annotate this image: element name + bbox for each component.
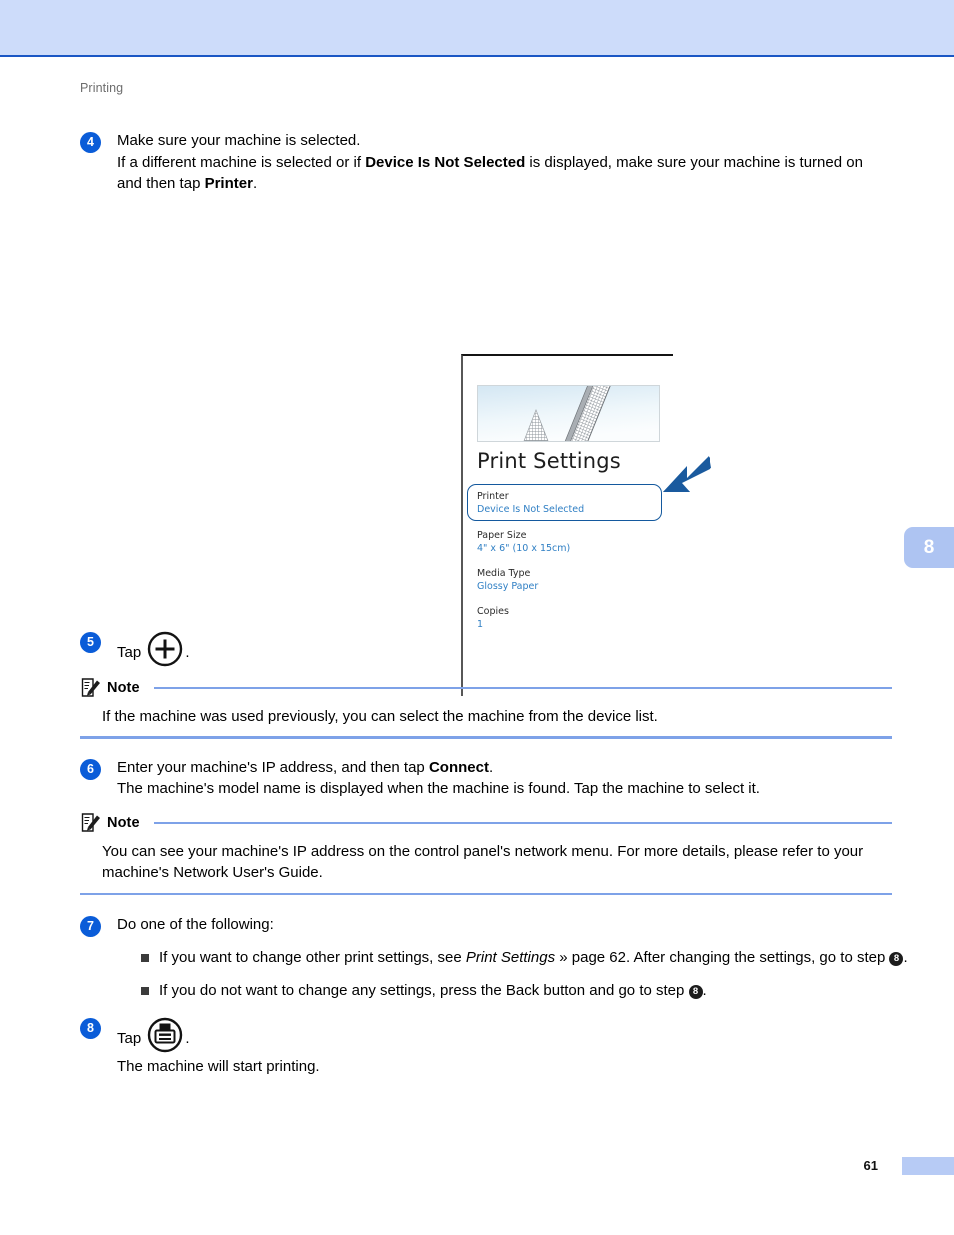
note-pencil-icon <box>80 812 101 833</box>
step-6-line-2: The machine's model name is displayed wh… <box>117 780 760 797</box>
step-badge-7: 7 <box>80 916 101 937</box>
setting-copies-label: Copies <box>477 606 509 617</box>
bullet-1-text-a: If you want to change other print settin… <box>159 948 466 966</box>
bullet-2-text-a: If you do not want to change any setting… <box>159 982 689 999</box>
step-4-line-1: Make sure your machine is selected. <box>117 132 361 149</box>
photo-thumbnail <box>477 385 660 442</box>
photo-thumbnail-graphic <box>478 386 659 441</box>
bullet-2-text-c: . <box>702 982 707 999</box>
step-7-bullet-1: If you want to change other print settin… <box>141 947 949 969</box>
bullet-1-italic-ref: Print Settings <box>465 948 556 966</box>
note-block-1: Note If the machine was used previously,… <box>80 677 892 739</box>
printer-circle-icon <box>146 1016 184 1054</box>
note-block-2: Note You can see your machine's IP addre… <box>80 812 892 895</box>
plus-circle-icon <box>146 630 184 668</box>
step-4: 4 Make sure your machine is selected. If… <box>80 130 892 195</box>
note-2-bottom-rule <box>80 892 892 895</box>
bullet-square-icon <box>141 953 149 962</box>
note-1-head: Note <box>80 677 892 699</box>
setting-printer-value: Device Is Not Selected <box>477 504 585 515</box>
step-7-bullet-2: If you do not want to change any setting… <box>141 980 949 1002</box>
bullet-1-text-b: » page 62. After changing the settings, … <box>555 948 890 966</box>
setting-media-type-value: Glossy Paper <box>477 581 539 592</box>
setting-printer[interactable]: Printer Device Is Not Selected <box>477 490 584 516</box>
page-header-band <box>0 0 954 57</box>
step-8-line-1: Tap . <box>117 1016 892 1054</box>
note-2-body: You can see your machine's IP address on… <box>102 842 864 882</box>
step-4-bold-printer: Printer <box>204 175 253 192</box>
setting-media-type[interactable]: Media Type Glossy Paper <box>477 567 538 593</box>
step-7: 7 Do one of the following: If you want t… <box>80 914 908 1002</box>
setting-printer-label: Printer <box>477 491 509 502</box>
step-5-suffix: . <box>185 643 190 661</box>
step-8-prefix: Tap <box>117 1029 146 1047</box>
bullet-1-text-c: . <box>903 948 908 966</box>
note-2-head: Note <box>80 812 892 834</box>
step-reference-8: 8 <box>688 985 703 999</box>
note-2-rule <box>153 821 892 824</box>
setting-paper-size-value: 4" x 6" (10 x 15cm) <box>477 543 571 554</box>
step-8-suffix: . <box>185 1029 190 1047</box>
bullet-square-icon <box>141 987 149 995</box>
step-badge-5: 5 <box>80 631 101 653</box>
step-5-prefix: Tap <box>117 643 146 661</box>
note-1-body: If the machine was used previously, you … <box>102 707 658 725</box>
step-4-text-a: If a different machine is selected or if <box>117 153 366 171</box>
step-6: 6 Enter your machine's IP address, and t… <box>80 757 892 800</box>
step-badge-4: 4 <box>80 132 101 153</box>
step-badge-8: 8 <box>80 1017 101 1039</box>
note-1-rule <box>153 686 892 689</box>
note-pencil-icon <box>80 677 101 698</box>
step-5-body: Tap . <box>117 630 892 668</box>
step-6-text-a: Enter your machine's IP address, and the… <box>117 758 429 776</box>
note-1-bottom-rule <box>80 736 892 739</box>
setting-media-type-label: Media Type <box>477 568 531 579</box>
step-6-body: Enter your machine's IP address, and the… <box>117 757 892 800</box>
page-number: 61 <box>863 1158 878 1173</box>
step-4-bold-device: Device Is Not Selected <box>365 153 526 171</box>
step-badge-6: 6 <box>80 758 101 780</box>
step-4-text-c: . <box>252 175 258 192</box>
step-6-text-b: . <box>488 758 494 776</box>
running-head: Printing <box>80 81 124 95</box>
step-8-line-2: The machine will start printing. <box>117 1057 320 1075</box>
step-4-body: Make sure your machine is selected. If a… <box>117 130 892 195</box>
step-7-bullet-list: If you want to change other print settin… <box>141 947 908 1002</box>
step-5: 5 Tap . <box>80 630 892 668</box>
step-6-bold-connect: Connect <box>428 758 489 776</box>
step-7-body: Do one of the following: If you want to … <box>117 914 908 1002</box>
step-7-intro: Do one of the following: <box>117 916 274 933</box>
step-reference-8: 8 <box>889 951 904 966</box>
setting-paper-size[interactable]: Paper Size 4" x 6" (10 x 15cm) <box>477 529 570 555</box>
page-content: 4 Make sure your machine is selected. If… <box>80 130 908 1078</box>
step-4-line-2: If a different machine is selected or if… <box>117 152 892 195</box>
chapter-tab-number: 8 <box>923 536 935 558</box>
setting-copies[interactable]: Copies 1 <box>477 605 509 631</box>
arrow-pointing-down-left-icon <box>657 454 713 500</box>
chapter-tab: 8 <box>904 527 954 568</box>
note-1-title: Note <box>107 679 140 696</box>
figure-screen-title: Print Settings <box>477 449 621 473</box>
step-8-body: Tap . The machine will start printing. <box>117 1016 892 1078</box>
note-2-title: Note <box>107 814 140 831</box>
setting-paper-size-label: Paper Size <box>477 530 527 541</box>
footer-accent-bar <box>902 1157 954 1175</box>
step-6-line-1: Enter your machine's IP address, and the… <box>117 757 892 779</box>
step-8: 8 Tap . The machine will start printing. <box>80 1016 892 1078</box>
